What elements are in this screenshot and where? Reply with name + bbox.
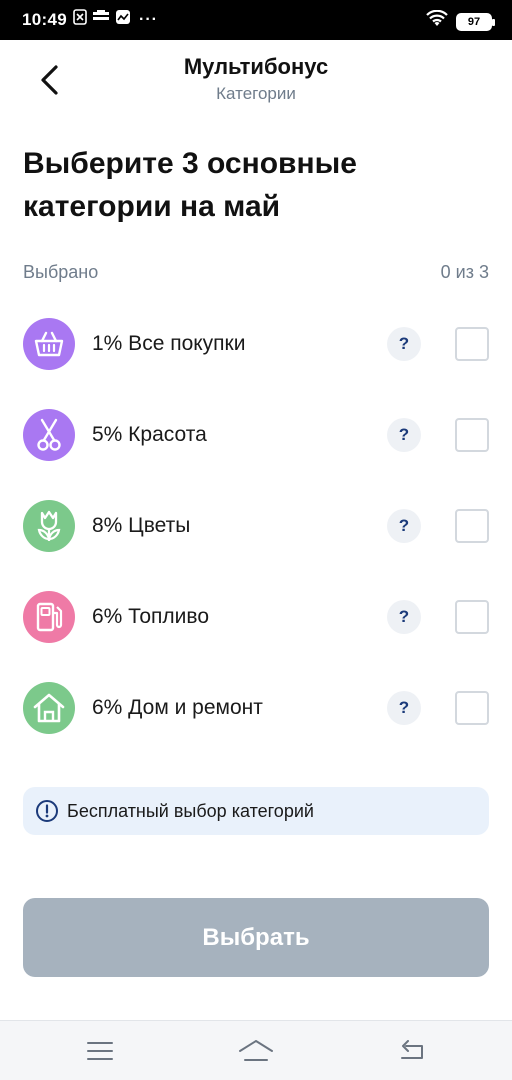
category-item-home-repair[interactable]: 6% Дом и ремонт ? [23, 682, 489, 734]
category-label: 1% Все покупки [92, 332, 246, 355]
app-header: Мультибонус Категории [0, 40, 512, 120]
info-icon [36, 800, 58, 822]
category-label: 8% Цветы [92, 514, 191, 537]
category-label: 5% Красота [92, 423, 207, 446]
category-label: 6% Дом и ремонт [92, 696, 263, 719]
home-icon [239, 1040, 273, 1061]
info-banner[interactable]: Бесплатный выбор категорий [23, 787, 489, 835]
list-icon [92, 10, 109, 29]
selection-count: 0 из 3 [440, 262, 489, 282]
select-button[interactable]: Выбрать [23, 898, 489, 977]
help-button[interactable]: ? [387, 327, 421, 361]
page-subtitle: Категории [216, 84, 296, 103]
fuel-icon [23, 591, 75, 643]
house-icon [23, 682, 75, 734]
basket-icon [23, 318, 75, 370]
wifi-icon [426, 9, 448, 33]
status-bar-right: 97 [426, 9, 495, 33]
category-checkbox[interactable] [455, 600, 489, 634]
close-box-icon [73, 9, 87, 30]
category-item-flowers[interactable]: 8% Цветы ? [23, 500, 489, 552]
battery-icon: 97 [456, 12, 495, 31]
flower-icon [23, 500, 75, 552]
info-banner-text: Бесплатный выбор категорий [67, 800, 314, 821]
category-checkbox[interactable] [455, 327, 489, 361]
scissors-icon [23, 409, 75, 461]
back-nav-button[interactable] [392, 1037, 432, 1065]
category-checkbox[interactable] [455, 691, 489, 725]
message-icon [115, 9, 131, 30]
status-bar: 10:49 ··· 97 [0, 0, 512, 40]
system-nav-bar [0, 1020, 512, 1080]
help-button[interactable]: ? [387, 600, 421, 634]
main-heading: Выберите 3 основные категории на май [23, 147, 357, 223]
category-label: 6% Топливо [92, 605, 210, 628]
battery-level: 97 [467, 15, 481, 28]
category-item-fuel[interactable]: 6% Топливо ? [23, 591, 489, 643]
menu-button[interactable] [80, 1037, 120, 1065]
back-icon [401, 1040, 423, 1059]
help-button[interactable]: ? [387, 509, 421, 543]
home-button[interactable] [236, 1037, 276, 1065]
status-bar-left: 10:49 ··· [22, 9, 158, 30]
category-item-beauty[interactable]: 5% Красота ? [23, 409, 489, 461]
help-button[interactable]: ? [387, 691, 421, 725]
more-notifications: ··· [138, 10, 158, 28]
menu-icon [87, 1042, 113, 1060]
selection-counter: Выбрано 0 из 3 [23, 262, 489, 283]
help-button[interactable]: ? [387, 418, 421, 452]
status-time: 10:49 [22, 9, 67, 29]
category-checkbox[interactable] [455, 418, 489, 452]
page-title: Мультибонус [183, 54, 329, 79]
category-item-all-purchases[interactable]: 1% Все покупки ? [23, 318, 489, 370]
selection-label: Выбрано [23, 262, 99, 282]
category-checkbox[interactable] [455, 509, 489, 543]
